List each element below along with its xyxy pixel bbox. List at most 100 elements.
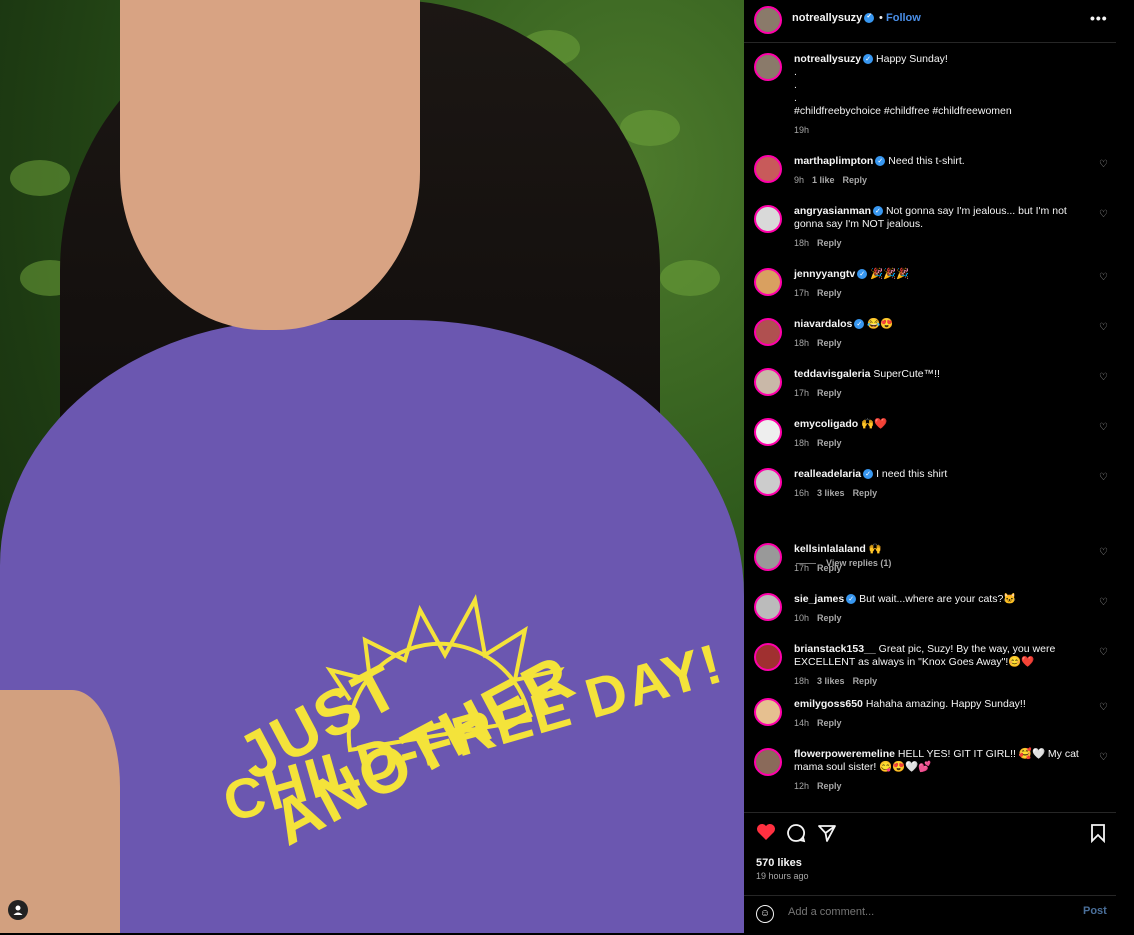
like-comment-heart-icon[interactable]: ♡ [1099, 209, 1108, 220]
comment-icon[interactable] [786, 823, 806, 848]
commenter-avatar[interactable] [754, 748, 782, 776]
comment-meta: 14h Reply [794, 717, 1079, 730]
author-avatar[interactable] [754, 53, 782, 81]
caption-username[interactable]: notreallysuzy [794, 53, 861, 65]
like-comment-heart-icon[interactable]: ♡ [1099, 322, 1108, 333]
reply-button[interactable]: Reply [817, 613, 842, 623]
comment-time: 10h [794, 613, 810, 623]
save-bookmark-icon[interactable] [1090, 823, 1106, 848]
comments-list[interactable]: notreallysuzy Happy Sunday! . . . #child… [744, 43, 1116, 810]
comment-like-count[interactable]: 3 likes [817, 488, 845, 498]
verified-badge-icon [854, 318, 865, 331]
comment-text: SuperCute™!! [873, 368, 940, 380]
comment-meta: 16h 3 likes Reply [794, 487, 1079, 500]
comment-meta: 18h Reply [794, 437, 1079, 450]
caption-line: . [794, 66, 797, 78]
commenter-avatar[interactable] [754, 468, 782, 496]
comment-time: 18h [794, 676, 810, 686]
author-username[interactable]: notreallysuzy [792, 12, 875, 24]
commenter-avatar[interactable] [754, 543, 782, 571]
like-comment-heart-icon[interactable]: ♡ [1099, 422, 1108, 433]
post-sidebar: notreallysuzy • Follow ••• notreallysuzy… [744, 0, 1134, 933]
post-comment-button[interactable]: Post [1083, 905, 1107, 917]
caption-time: 19h [794, 125, 810, 135]
share-icon[interactable] [817, 823, 837, 848]
commenter-avatar[interactable] [754, 368, 782, 396]
comment-meta: 9h 1 like Reply [794, 174, 1079, 187]
commenter-avatar[interactable] [754, 318, 782, 346]
like-comment-heart-icon[interactable]: ♡ [1099, 272, 1108, 283]
reply-button[interactable]: Reply [817, 718, 842, 728]
commenter-avatar[interactable] [754, 593, 782, 621]
commenter-avatar[interactable] [754, 698, 782, 726]
post-photo[interactable]: JUST ANOTHER CHILD-FREE DAY! [0, 0, 744, 933]
tagged-user-icon[interactable] [8, 900, 28, 920]
like-comment-heart-icon[interactable]: ♡ [1099, 752, 1108, 763]
commenter-username[interactable]: teddavisgaleria [794, 368, 870, 380]
commenter-username[interactable]: emilygoss650 [794, 698, 863, 710]
reply-button[interactable]: Reply [853, 488, 878, 498]
commenter-username[interactable]: brianstack153__ [794, 643, 876, 655]
like-comment-heart-icon[interactable]: ♡ [1099, 372, 1108, 383]
comment-text: 🙌 [868, 543, 882, 555]
like-comment-heart-icon[interactable]: ♡ [1099, 472, 1108, 483]
commenter-avatar[interactable] [754, 643, 782, 671]
emoji-icon[interactable]: ☺ [756, 905, 774, 923]
verified-badge-icon [857, 268, 868, 281]
reply-button[interactable]: Reply [843, 175, 868, 185]
author-username-text[interactable]: notreallysuzy [792, 12, 862, 24]
commenter-username[interactable]: kellsinlalaland [794, 543, 866, 555]
post-actions: 570 likes 19 hours ago ☺ Post [744, 812, 1116, 934]
reply-button[interactable]: Reply [817, 388, 842, 398]
comment-time: 18h [794, 338, 810, 348]
reply-button[interactable]: Reply [817, 288, 842, 298]
reply-button[interactable]: Reply [853, 676, 878, 686]
comment-text: 🙌❤️ [861, 418, 888, 430]
caption-hashtags[interactable]: #childfreebychoice #childfree #childfree… [794, 105, 1079, 118]
reply-button[interactable]: Reply [817, 238, 842, 248]
comment-meta: 18h 3 likes Reply [794, 675, 1079, 688]
like-comment-heart-icon[interactable]: ♡ [1099, 702, 1108, 713]
like-comment-heart-icon[interactable]: ♡ [1099, 597, 1108, 608]
verified-badge-icon [863, 53, 874, 66]
commenter-avatar[interactable] [754, 418, 782, 446]
add-comment-input[interactable] [786, 905, 1070, 919]
separator-dot: • [879, 12, 883, 24]
commenter-username[interactable]: realleadelaria [794, 468, 861, 480]
verified-badge-icon [864, 12, 875, 24]
commenter-username[interactable]: niavardalos [794, 318, 852, 330]
reply-button[interactable]: Reply [817, 438, 842, 448]
commenter-avatar[interactable] [754, 155, 782, 183]
comment-like-count[interactable]: 1 like [812, 175, 835, 185]
foliage [620, 110, 680, 146]
follow-button[interactable]: Follow [886, 12, 921, 24]
like-heart-icon[interactable] [756, 823, 776, 846]
like-comment-heart-icon[interactable]: ♡ [1099, 647, 1108, 658]
commenter-avatar[interactable] [754, 205, 782, 233]
commenter-username[interactable]: angryasianman [794, 205, 871, 217]
post-time: 19 hours ago [756, 871, 809, 881]
reply-button[interactable]: Reply [817, 781, 842, 791]
comment-time: 17h [794, 288, 810, 298]
arm [0, 690, 120, 933]
comment-time: 18h [794, 438, 810, 448]
like-comment-heart-icon[interactable]: ♡ [1099, 547, 1108, 558]
commenter-avatar[interactable] [754, 268, 782, 296]
commenter-username[interactable]: flowerpoweremeline [794, 748, 895, 760]
comment-meta: 10h Reply [794, 612, 1079, 625]
commenter-username[interactable]: marthaplimpton [794, 155, 873, 167]
commenter-username[interactable]: jennyyangtv [794, 268, 855, 280]
more-options-icon[interactable]: ••• [1090, 10, 1108, 26]
comment-like-count[interactable]: 3 likes [817, 676, 845, 686]
commenter-username[interactable]: sie_james [794, 593, 844, 605]
commenter-username[interactable]: emycoligado [794, 418, 858, 430]
foliage [660, 260, 720, 296]
verified-badge-icon [873, 205, 884, 218]
foliage [10, 160, 70, 196]
reply-button[interactable]: Reply [817, 338, 842, 348]
like-count[interactable]: 570 likes [756, 857, 802, 869]
view-replies-button[interactable]: View replies (1) [796, 558, 891, 568]
verified-badge-icon [875, 155, 886, 168]
author-avatar[interactable] [754, 6, 782, 34]
like-comment-heart-icon[interactable]: ♡ [1099, 159, 1108, 170]
